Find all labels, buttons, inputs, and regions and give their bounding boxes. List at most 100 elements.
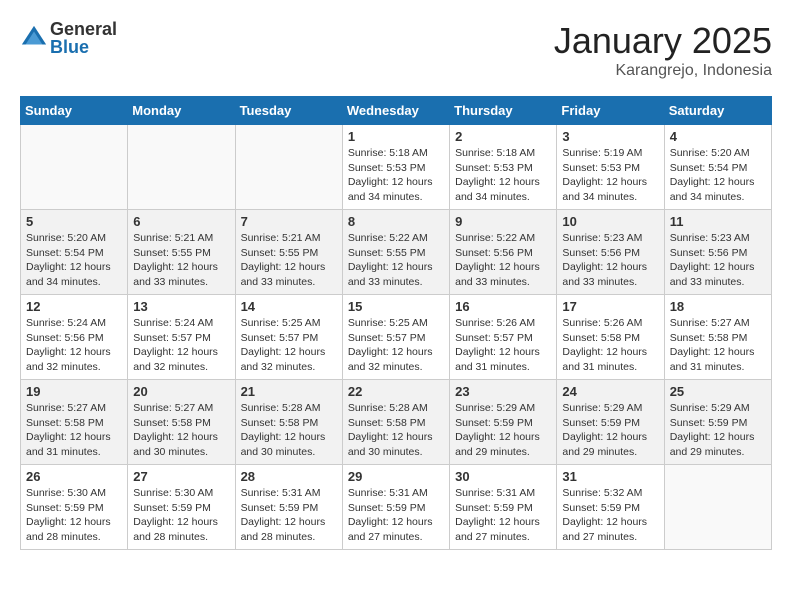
day-info: Sunrise: 5:27 AM Sunset: 5:58 PM Dayligh…: [26, 401, 122, 460]
weekday-header: Sunday: [21, 97, 128, 125]
day-info: Sunrise: 5:18 AM Sunset: 5:53 PM Dayligh…: [348, 146, 444, 205]
calendar-day: 28 Sunrise: 5:31 AM Sunset: 5:59 PM Dayli…: [235, 465, 342, 550]
day-number: 9: [455, 214, 551, 229]
calendar-day: 5 Sunrise: 5:20 AM Sunset: 5:54 PM Daylig…: [21, 210, 128, 295]
day-number: 18: [670, 299, 766, 314]
day-info: Sunrise: 5:18 AM Sunset: 5:53 PM Dayligh…: [455, 146, 551, 205]
day-info: Sunrise: 5:30 AM Sunset: 5:59 PM Dayligh…: [133, 486, 229, 545]
calendar-day: [21, 125, 128, 210]
day-number: 5: [26, 214, 122, 229]
day-number: 25: [670, 384, 766, 399]
day-number: 10: [562, 214, 658, 229]
day-number: 27: [133, 469, 229, 484]
calendar-week: 12 Sunrise: 5:24 AM Sunset: 5:56 PM Dayli…: [21, 295, 772, 380]
calendar-day: 31Sunrise: 5:32 AM Sunset: 5:59 PM Dayli…: [557, 465, 664, 550]
calendar-day: [128, 125, 235, 210]
day-info: Sunrise: 5:30 AM Sunset: 5:59 PM Dayligh…: [26, 486, 122, 545]
logo-general: General: [50, 20, 117, 38]
calendar-day: 1Sunrise: 5:18 AM Sunset: 5:53 PM Daylig…: [342, 125, 449, 210]
calendar-day: 17Sunrise: 5:26 AM Sunset: 5:58 PM Dayli…: [557, 295, 664, 380]
day-info: Sunrise: 5:28 AM Sunset: 5:58 PM Dayligh…: [241, 401, 337, 460]
day-info: Sunrise: 5:31 AM Sunset: 5:59 PM Dayligh…: [348, 486, 444, 545]
day-number: 12: [26, 299, 122, 314]
day-number: 31: [562, 469, 658, 484]
day-info: Sunrise: 5:21 AM Sunset: 5:55 PM Dayligh…: [241, 231, 337, 290]
day-info: Sunrise: 5:29 AM Sunset: 5:59 PM Dayligh…: [670, 401, 766, 460]
calendar-day: 2 Sunrise: 5:18 AM Sunset: 5:53 PM Daylig…: [450, 125, 557, 210]
day-number: 28: [241, 469, 337, 484]
calendar-week: 1Sunrise: 5:18 AM Sunset: 5:53 PM Daylig…: [21, 125, 772, 210]
day-number: 3: [562, 129, 658, 144]
day-number: 23: [455, 384, 551, 399]
day-info: Sunrise: 5:20 AM Sunset: 5:54 PM Dayligh…: [26, 231, 122, 290]
day-number: 8: [348, 214, 444, 229]
calendar-day: 29 Sunrise: 5:31 AM Sunset: 5:59 PM Dayli…: [342, 465, 449, 550]
calendar-day: 6 Sunrise: 5:21 AM Sunset: 5:55 PM Daylig…: [128, 210, 235, 295]
calendar-day: 12 Sunrise: 5:24 AM Sunset: 5:56 PM Dayli…: [21, 295, 128, 380]
day-info: Sunrise: 5:25 AM Sunset: 5:57 PM Dayligh…: [241, 316, 337, 375]
logo-icon: [20, 24, 48, 52]
calendar-week: 19 Sunrise: 5:27 AM Sunset: 5:58 PM Dayli…: [21, 380, 772, 465]
day-number: 14: [241, 299, 337, 314]
weekday-header: Wednesday: [342, 97, 449, 125]
day-number: 26: [26, 469, 122, 484]
calendar-day: 27 Sunrise: 5:30 AM Sunset: 5:59 PM Dayli…: [128, 465, 235, 550]
day-number: 15: [348, 299, 444, 314]
day-info: Sunrise: 5:31 AM Sunset: 5:59 PM Dayligh…: [241, 486, 337, 545]
day-info: Sunrise: 5:29 AM Sunset: 5:59 PM Dayligh…: [455, 401, 551, 460]
calendar-day: 8 Sunrise: 5:22 AM Sunset: 5:55 PM Daylig…: [342, 210, 449, 295]
logo-blue: Blue: [50, 38, 117, 56]
calendar-week: 5 Sunrise: 5:20 AM Sunset: 5:54 PM Daylig…: [21, 210, 772, 295]
day-number: 21: [241, 384, 337, 399]
calendar-week: 26 Sunrise: 5:30 AM Sunset: 5:59 PM Dayli…: [21, 465, 772, 550]
calendar-day: 4 Sunrise: 5:20 AM Sunset: 5:54 PM Daylig…: [664, 125, 771, 210]
day-info: Sunrise: 5:29 AM Sunset: 5:59 PM Dayligh…: [562, 401, 658, 460]
day-number: 29: [348, 469, 444, 484]
day-info: Sunrise: 5:27 AM Sunset: 5:58 PM Dayligh…: [133, 401, 229, 460]
calendar-day: 14 Sunrise: 5:25 AM Sunset: 5:57 PM Dayli…: [235, 295, 342, 380]
calendar-day: 7 Sunrise: 5:21 AM Sunset: 5:55 PM Daylig…: [235, 210, 342, 295]
day-number: 11: [670, 214, 766, 229]
calendar-day: 25 Sunrise: 5:29 AM Sunset: 5:59 PM Dayli…: [664, 380, 771, 465]
day-info: Sunrise: 5:24 AM Sunset: 5:56 PM Dayligh…: [26, 316, 122, 375]
calendar-day: 30Sunrise: 5:31 AM Sunset: 5:59 PM Dayli…: [450, 465, 557, 550]
day-info: Sunrise: 5:23 AM Sunset: 5:56 PM Dayligh…: [562, 231, 658, 290]
day-info: Sunrise: 5:27 AM Sunset: 5:58 PM Dayligh…: [670, 316, 766, 375]
day-info: Sunrise: 5:22 AM Sunset: 5:55 PM Dayligh…: [348, 231, 444, 290]
day-info: Sunrise: 5:19 AM Sunset: 5:53 PM Dayligh…: [562, 146, 658, 205]
day-number: 7: [241, 214, 337, 229]
day-number: 20: [133, 384, 229, 399]
calendar: SundayMondayTuesdayWednesdayThursdayFrid…: [20, 96, 772, 550]
calendar-day: [235, 125, 342, 210]
day-number: 4: [670, 129, 766, 144]
calendar-day: 19 Sunrise: 5:27 AM Sunset: 5:58 PM Dayli…: [21, 380, 128, 465]
calendar-day: 9 Sunrise: 5:22 AM Sunset: 5:56 PM Daylig…: [450, 210, 557, 295]
weekday-header: Thursday: [450, 97, 557, 125]
title-section: January 2025 Karangrejo, Indonesia: [554, 20, 772, 80]
day-info: Sunrise: 5:28 AM Sunset: 5:58 PM Dayligh…: [348, 401, 444, 460]
weekday-header: Monday: [128, 97, 235, 125]
calendar-day: [664, 465, 771, 550]
calendar-day: 16Sunrise: 5:26 AM Sunset: 5:57 PM Dayli…: [450, 295, 557, 380]
day-number: 6: [133, 214, 229, 229]
calendar-day: 20 Sunrise: 5:27 AM Sunset: 5:58 PM Dayli…: [128, 380, 235, 465]
day-number: 17: [562, 299, 658, 314]
calendar-day: 3 Sunrise: 5:19 AM Sunset: 5:53 PM Daylig…: [557, 125, 664, 210]
day-info: Sunrise: 5:20 AM Sunset: 5:54 PM Dayligh…: [670, 146, 766, 205]
calendar-day: 18 Sunrise: 5:27 AM Sunset: 5:58 PM Dayli…: [664, 295, 771, 380]
day-info: Sunrise: 5:22 AM Sunset: 5:56 PM Dayligh…: [455, 231, 551, 290]
calendar-day: 11Sunrise: 5:23 AM Sunset: 5:56 PM Dayli…: [664, 210, 771, 295]
day-number: 2: [455, 129, 551, 144]
calendar-day: 21 Sunrise: 5:28 AM Sunset: 5:58 PM Dayli…: [235, 380, 342, 465]
calendar-day: 10 Sunrise: 5:23 AM Sunset: 5:56 PM Dayli…: [557, 210, 664, 295]
day-info: Sunrise: 5:24 AM Sunset: 5:57 PM Dayligh…: [133, 316, 229, 375]
calendar-day: 15Sunrise: 5:25 AM Sunset: 5:57 PM Dayli…: [342, 295, 449, 380]
day-info: Sunrise: 5:21 AM Sunset: 5:55 PM Dayligh…: [133, 231, 229, 290]
month-title: January 2025: [554, 20, 772, 62]
weekday-header: Saturday: [664, 97, 771, 125]
day-info: Sunrise: 5:31 AM Sunset: 5:59 PM Dayligh…: [455, 486, 551, 545]
calendar-body: 1Sunrise: 5:18 AM Sunset: 5:53 PM Daylig…: [21, 125, 772, 550]
calendar-header: SundayMondayTuesdayWednesdayThursdayFrid…: [21, 97, 772, 125]
logo: General Blue: [20, 20, 117, 56]
day-number: 19: [26, 384, 122, 399]
